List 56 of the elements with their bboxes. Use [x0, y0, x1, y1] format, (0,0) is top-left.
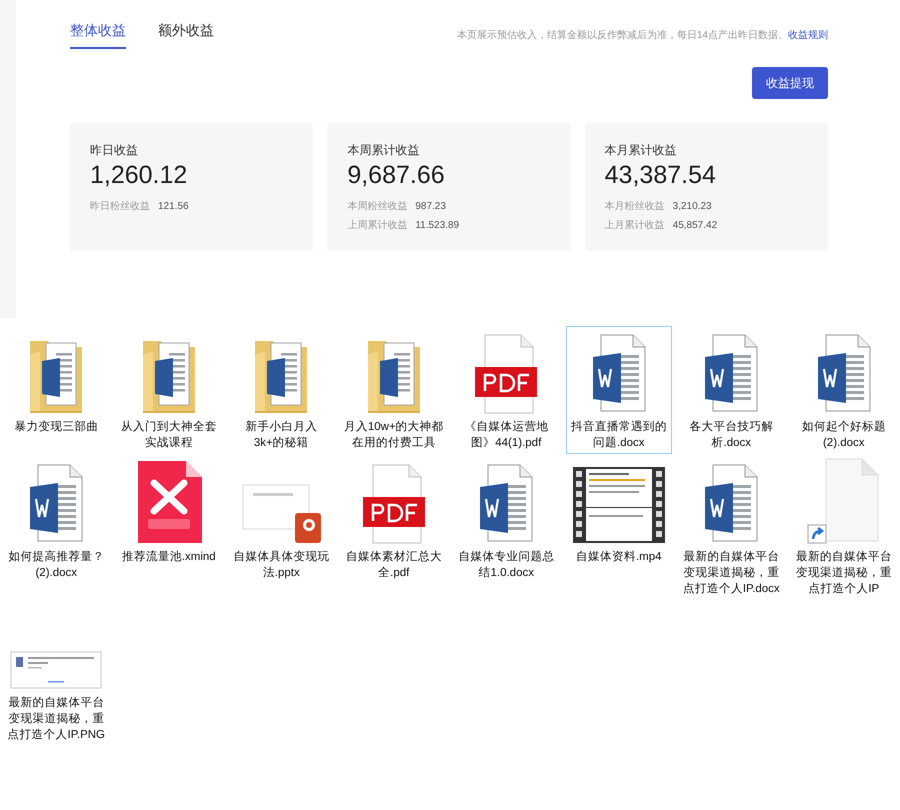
- detail-label: 上周累计收益: [347, 218, 408, 233]
- file-item[interactable]: 月入10w+的大神都在用的付费工具: [340, 326, 447, 454]
- card-title: 昨日收益: [90, 142, 139, 159]
- file-item[interactable]: 暴力变现三部曲: [3, 326, 110, 438]
- card-title: 本月累计收益: [604, 142, 678, 159]
- file-item[interactable]: 最新的自媒体平台变现渠道揭秘，重点打造个人IP: [790, 456, 897, 600]
- file-name: 如何提高推荐量？(2).docx: [7, 549, 106, 581]
- file-name: 如何起个好标题(2).docx: [800, 420, 887, 451]
- file-item[interactable]: 最新的自媒体平台变现渠道揭秘，重点打造个人IP.docx: [678, 456, 784, 600]
- notice-text: 本页展示预估收入，结算金额以反作弊减后为准，每日14点产出昨日数据。: [456, 28, 788, 43]
- detail-value: 121.56: [158, 200, 189, 214]
- card-amount: 43,387.54: [604, 160, 717, 191]
- detail-label: 本周粉丝收益: [347, 200, 408, 214]
- file-item[interactable]: 新手小白月入3k+的秘籍: [228, 326, 334, 454]
- file-item[interactable]: 推荐流量池.xmind: [116, 456, 222, 568]
- file-item[interactable]: 自媒体具体变现玩法.pptx: [228, 456, 334, 584]
- file-name: 最新的自媒体平台变现渠道揭秘，重点打造个人IP.PNG: [6, 695, 106, 743]
- file-item[interactable]: 《自媒体运营地图》44(1).pdf: [453, 326, 560, 454]
- file-name: 月入10w+的大神都在用的付费工具: [344, 420, 444, 451]
- file-item[interactable]: 自媒体素材汇总大全.pdf: [340, 456, 447, 584]
- file-item[interactable]: 从入门到大神全套实战课程: [116, 326, 222, 454]
- image-thumbnail-icon: [10, 651, 102, 691]
- detail-value: 987.23: [415, 200, 446, 214]
- file-name: 最新的自媒体平台变现渠道揭秘，重点打造个人IP: [794, 549, 893, 597]
- file-name: 自媒体素材汇总大全.pdf: [344, 550, 443, 581]
- file-name: 自媒体具体变现玩法.pptx: [232, 549, 330, 581]
- detail-label: 上月累计收益: [604, 218, 665, 233]
- detail-value: 45,857.42: [672, 219, 718, 233]
- card-amount: 9,687.66: [347, 160, 446, 191]
- file-name: 从入门到大神全套实战课程: [120, 419, 218, 451]
- file-item[interactable]: 各大平台技巧解析.docx: [678, 326, 784, 454]
- rules-link[interactable]: 收益规则: [788, 28, 828, 43]
- file-item[interactable]: 如何起个好标题(2).docx: [790, 326, 897, 454]
- file-name: 自媒体专业问题总结1.0.docx: [457, 550, 556, 581]
- file-item[interactable]: 抖音直播常遇到的问题.docx: [566, 326, 672, 454]
- file-name: 新手小白月入3k+的秘籍: [244, 419, 318, 451]
- detail-value: 11.523.89: [415, 219, 460, 233]
- card-title: 本周累计收益: [347, 142, 420, 159]
- tab[interactable]: 额外收益: [158, 20, 214, 49]
- tab[interactable]: 整体收益: [70, 20, 126, 49]
- file-name: 推荐流量池.xmind: [120, 549, 217, 565]
- file-name: 各大平台技巧解析.docx: [688, 420, 774, 451]
- file-name: 自媒体资料.mp4: [574, 550, 663, 565]
- file-item[interactable]: 如何提高推荐量？(2).docx: [3, 456, 110, 584]
- file-item[interactable]: 自媒体专业问题总结1.0.docx: [453, 456, 560, 584]
- file-item[interactable]: 最新的自媒体平台变现渠道揭秘，重点打造个人IP.PNG: [3, 602, 110, 746]
- withdraw-button[interactable]: 收益提现: [752, 67, 828, 99]
- detail-label: 本月粉丝收益: [604, 200, 665, 214]
- detail-value: 3,210.23: [672, 200, 712, 214]
- file-name: 最新的自媒体平台变现渠道揭秘，重点打造个人IP.docx: [682, 549, 781, 597]
- detail-label: 昨日粉丝收益: [90, 200, 150, 214]
- file-name: 抖音直播常遇到的问题.docx: [570, 419, 668, 451]
- file-name: 《自媒体运营地图》44(1).pdf: [463, 420, 550, 451]
- file-name: 暴力变现三部曲: [13, 419, 100, 435]
- card-amount: 1,260.12: [90, 160, 188, 191]
- file-item[interactable]: 自媒体资料.mp4: [566, 456, 672, 568]
